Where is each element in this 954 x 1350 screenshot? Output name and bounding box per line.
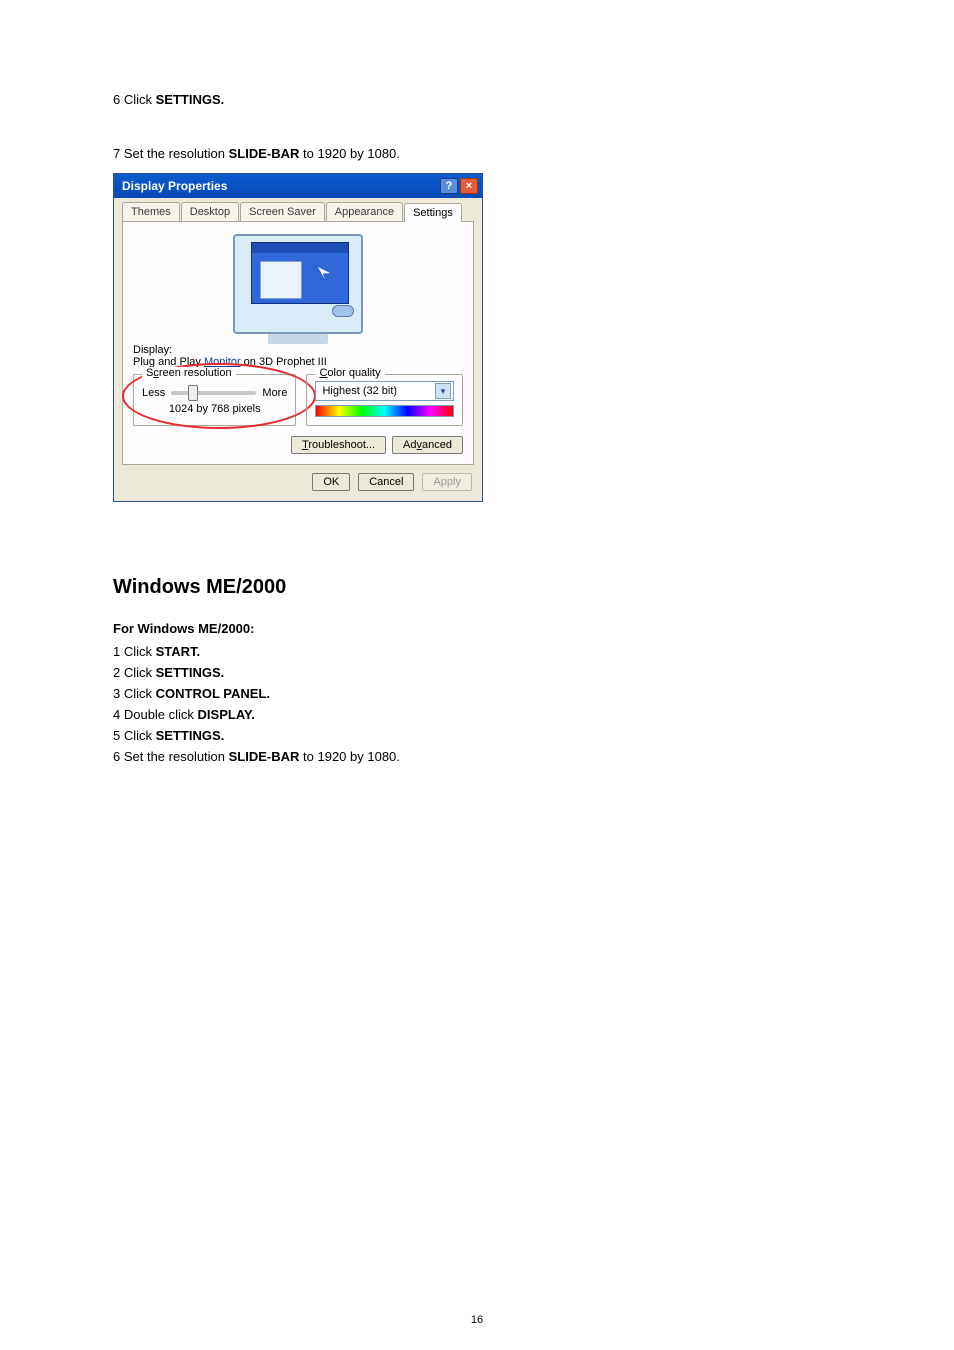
color-spectrum-bar xyxy=(315,405,454,417)
slider-more-label: More xyxy=(262,387,287,399)
chevron-down-icon: ▾ xyxy=(435,383,451,399)
close-button[interactable]: × xyxy=(460,178,478,194)
tab-settings[interactable]: Settings xyxy=(404,203,462,222)
step-7: 7 Set the resolution SLIDE-BAR to 1920 b… xyxy=(113,144,854,164)
step7-prefix: 7 Set the resolution xyxy=(113,146,229,161)
advanced-button[interactable]: Advanced xyxy=(392,436,463,454)
resolution-value: 1024 by 768 pixels xyxy=(142,403,287,415)
section-heading: Windows ME/2000 xyxy=(113,576,854,599)
tab-themes[interactable]: Themes xyxy=(122,202,180,221)
screen-resolution-legend: Screen resolution xyxy=(142,367,236,379)
section-subheading: For Windows ME/2000: xyxy=(113,621,854,636)
step7-bold: SLIDE-BAR xyxy=(229,146,300,161)
color-quality-value: Highest (32 bit) xyxy=(322,385,397,397)
help-button[interactable]: ? xyxy=(440,178,458,194)
resolution-slider[interactable] xyxy=(171,391,256,395)
ok-button[interactable]: OK xyxy=(312,473,350,491)
slider-thumb[interactable] xyxy=(188,385,198,401)
apply-button[interactable]: Apply xyxy=(422,473,472,491)
page-number: 16 xyxy=(0,1314,954,1326)
troubleshoot-button[interactable]: Troubleshoot... xyxy=(291,436,386,454)
screen-resolution-group: Screen resolution Less More 1024 by 768 … xyxy=(133,374,296,426)
tab-appearance[interactable]: Appearance xyxy=(326,202,403,221)
help-icon: ? xyxy=(446,180,453,192)
dialog-titlebar[interactable]: Display Properties ? × xyxy=(114,174,482,198)
slider-less-label: Less xyxy=(142,387,165,399)
me-step-1: 1 Click START. xyxy=(113,644,854,659)
step-6: 6 Click SETTINGS. xyxy=(113,90,854,110)
tab-bar: Themes Desktop Screen Saver Appearance S… xyxy=(122,202,474,222)
color-quality-select[interactable]: Highest (32 bit) ▾ xyxy=(315,381,454,401)
display-properties-dialog: Display Properties ? × Themes Desktop Sc… xyxy=(113,173,483,502)
color-quality-legend: Color quality xyxy=(315,367,384,379)
settings-pane: Display: Plug and Play Monitor on 3D Pro… xyxy=(122,222,474,465)
step6-prefix: 6 Click xyxy=(113,92,156,107)
me-step-5: 5 Click SETTINGS. xyxy=(113,728,854,743)
display-label: Display: xyxy=(133,344,463,356)
dialog-title: Display Properties xyxy=(122,179,227,193)
tab-screen-saver[interactable]: Screen Saver xyxy=(240,202,325,221)
step6-bold: SETTINGS. xyxy=(156,92,225,107)
me-step-6: 6 Set the resolution SLIDE-BAR to 1920 b… xyxy=(113,749,854,764)
me-step-4: 4 Double click DISPLAY. xyxy=(113,707,854,722)
me-step-3: 3 Click CONTROL PANEL. xyxy=(113,686,854,701)
color-quality-group: Color quality Highest (32 bit) ▾ xyxy=(306,374,463,426)
tab-desktop[interactable]: Desktop xyxy=(181,202,239,221)
monitor-preview xyxy=(233,234,363,334)
step7-suffix: to 1920 by 1080. xyxy=(299,146,399,161)
me-step-2: 2 Click SETTINGS. xyxy=(113,665,854,680)
close-icon: × xyxy=(466,180,472,192)
cancel-button[interactable]: Cancel xyxy=(358,473,414,491)
